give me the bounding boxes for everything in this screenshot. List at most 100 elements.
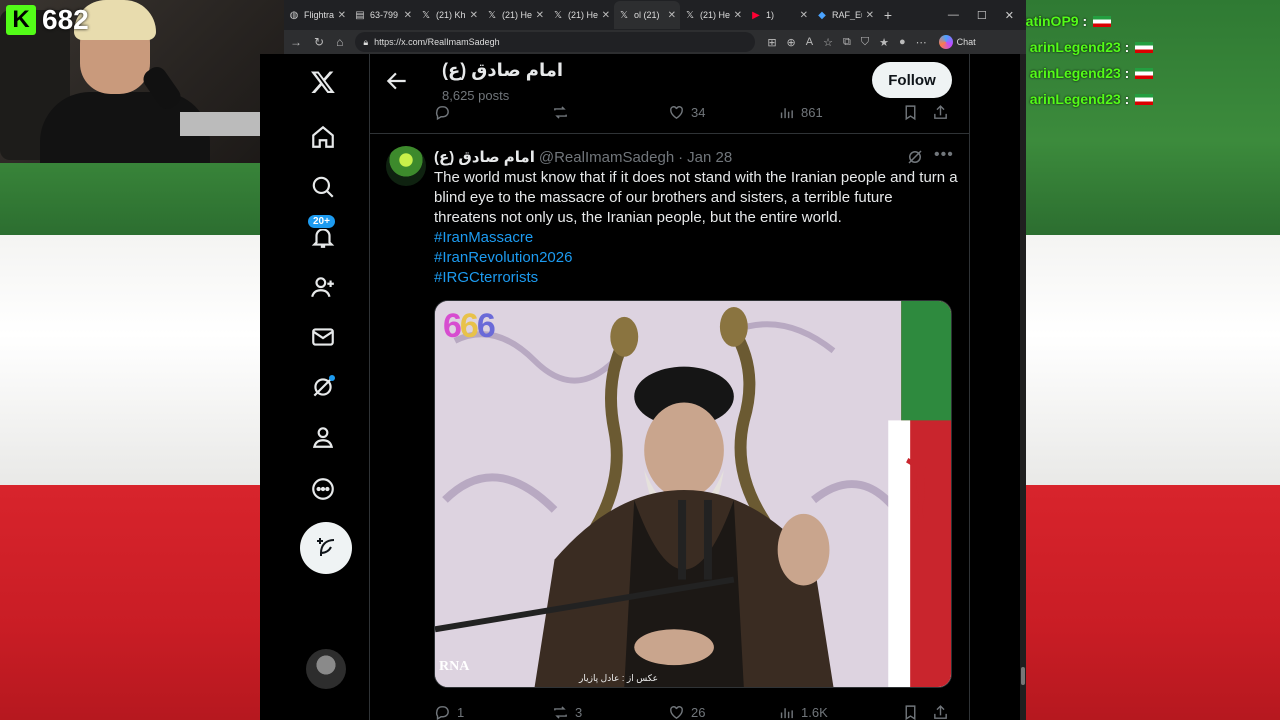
hashtag-list: #IranMassacre #IranRevolution2026 #IRGCt…	[434, 228, 958, 288]
browser-tab-active[interactable]: 𝕏ol (21) ✕	[614, 1, 680, 29]
chat-username: arinLegend23	[1029, 39, 1121, 55]
site-icon: ◆	[818, 9, 826, 21]
more-options-icon[interactable]: •••	[934, 146, 954, 164]
reply-button[interactable]: 1	[434, 704, 552, 720]
follow-button[interactable]: Follow	[872, 62, 952, 98]
like-button[interactable]: 34	[668, 104, 778, 121]
grok-indicator-dot	[329, 375, 335, 381]
browser-tab[interactable]: 𝕏 (21) He ✕	[482, 1, 548, 29]
share-button[interactable]	[932, 104, 954, 121]
share-icon	[934, 104, 947, 119]
repost-icon	[554, 705, 567, 719]
forward-icon[interactable]: →	[290, 35, 302, 49]
hashtag-link[interactable]: #IranRevolution2026	[434, 248, 958, 268]
watermark-666: 666	[443, 307, 496, 345]
views-button[interactable]: 861	[778, 104, 902, 121]
more-circle-icon[interactable]	[303, 469, 343, 509]
profile-icon[interactable]: ●	[899, 36, 906, 49]
tweet-date[interactable]: Jan 28	[687, 149, 732, 166]
grok-explain-icon[interactable]	[906, 148, 924, 166]
author-name[interactable]: امام صادق (ع)	[434, 148, 535, 166]
window-controls: — ☐ ✕	[948, 9, 1026, 22]
url-field[interactable]: 🔒︎ https://x.com/RealImamSadegh	[355, 32, 756, 52]
x-logo-icon[interactable]	[303, 62, 343, 102]
menu-icon[interactable]: ⋯	[916, 36, 927, 49]
iran-flag-emoji-icon	[1135, 93, 1154, 105]
home-icon[interactable]	[303, 117, 343, 157]
bar-chart-icon	[780, 707, 793, 718]
hashtag-link[interactable]: #IRGCterrorists	[434, 268, 958, 288]
close-icon[interactable]: ✕	[866, 10, 874, 21]
globe-icon: ◍	[289, 9, 299, 21]
notifications-bell-icon[interactable]: 20+	[303, 214, 343, 257]
browser-tab[interactable]: 𝕏 (21) He ✕	[680, 1, 746, 29]
read-aloud-icon[interactable]: A	[806, 36, 813, 49]
apps-icon[interactable]: ⊞	[767, 36, 776, 49]
close-icon[interactable]: ✕	[734, 10, 742, 21]
bookmark-button[interactable]	[902, 704, 932, 720]
messages-mail-icon[interactable]	[303, 317, 343, 357]
new-tab-button[interactable]: +	[878, 7, 898, 23]
iran-flag-emoji-icon	[1093, 15, 1112, 27]
browser-tab[interactable]: ◆RAF_Eu✕	[812, 1, 878, 29]
agency-watermark: RNA	[439, 659, 470, 674]
share-button[interactable]	[932, 704, 954, 720]
iran-flag-emoji-icon	[1135, 41, 1154, 53]
extensions-icon[interactable]: ⧉	[843, 36, 851, 49]
browser-tab[interactable]: ◍ Flightra ✕	[284, 1, 350, 29]
search-icon[interactable]	[303, 167, 343, 207]
collections-icon[interactable]: ⛉	[861, 36, 869, 49]
account-avatar[interactable]	[306, 649, 346, 689]
scrollbar-thumb[interactable]	[1021, 667, 1025, 685]
favorite-icon[interactable]: ☆	[823, 36, 833, 49]
hashtag-link[interactable]: #IranMassacre	[434, 228, 958, 248]
favorites-bar-icon[interactable]: ★	[879, 36, 889, 49]
zoom-icon[interactable]: ⊕	[787, 36, 796, 49]
tweet-header: امام صادق (ع) @RealImamSadegh · Jan 28	[434, 148, 954, 167]
x-icon: 𝕏	[421, 9, 431, 21]
grok-icon[interactable]	[303, 367, 343, 407]
browser-tab[interactable]: ▶ 1) ✕	[746, 1, 812, 29]
maximize-icon[interactable]: ☐	[977, 9, 987, 22]
close-icon[interactable]: ✕	[536, 10, 544, 21]
repost-button[interactable]: 3	[552, 704, 668, 720]
page-scrollbar[interactable]	[1020, 54, 1026, 720]
tweet-image[interactable]: 666 RNA عکس از : عادل پازیار	[434, 300, 952, 688]
reply-icon	[435, 105, 449, 120]
doc-icon: ▤	[355, 9, 365, 21]
x-icon: 𝕏	[487, 9, 497, 21]
back-arrow-icon[interactable]	[384, 68, 410, 94]
author-avatar[interactable]	[386, 146, 426, 186]
views-button[interactable]: 1.6K	[778, 704, 902, 720]
profile-person-icon[interactable]	[303, 417, 343, 457]
close-window-icon[interactable]: ✕	[1005, 9, 1014, 22]
previous-post-actions: 34 861	[434, 102, 954, 122]
minimize-icon[interactable]: —	[948, 9, 959, 22]
tab-strip: ◍ Flightra ✕ ▤ 63-799 ✕ 𝕏 (21) Kh ✕ 𝕏 (21) He ✕ …	[284, 0, 1026, 30]
copilot-icon	[938, 35, 953, 49]
compose-post-button[interactable]	[300, 522, 352, 574]
chat-message: ✦arinLegend23 :	[1014, 60, 1280, 86]
bookmark-button[interactable]	[902, 104, 932, 121]
browser-tab[interactable]: ▤ 63-799 ✕	[350, 1, 416, 29]
repost-button[interactable]	[552, 104, 668, 121]
browser-tab[interactable]: 𝕏 (21) He ✕	[548, 1, 614, 29]
close-icon[interactable]: ✕	[602, 10, 610, 21]
copilot-button[interactable]: Chat	[938, 35, 976, 49]
close-icon[interactable]: ✕	[470, 10, 478, 21]
close-icon[interactable]: ✕	[668, 10, 676, 21]
refresh-icon[interactable]: ↻	[314, 35, 324, 49]
close-icon[interactable]: ✕	[338, 10, 346, 21]
close-icon[interactable]: ✕	[404, 10, 412, 21]
browser-tab[interactable]: 𝕏 (21) Kh ✕	[416, 1, 482, 29]
chat-message: MatinOP9 :	[1014, 8, 1280, 34]
close-icon[interactable]: ✕	[800, 10, 808, 21]
like-button[interactable]: 26	[668, 704, 778, 720]
reply-button[interactable]	[434, 104, 552, 121]
author-handle[interactable]: @RealImamSadegh	[539, 149, 674, 166]
x-icon: 𝕏	[619, 9, 629, 21]
follow-add-user-icon[interactable]	[303, 267, 343, 307]
home-icon[interactable]: ⌂	[336, 35, 343, 49]
address-bar-actions: ⊞ ⊕ A ☆ ⧉ ⛉ ★ ● ⋯	[767, 36, 926, 49]
address-bar-row: → ↻ ⌂ 🔒︎ https://x.com/RealImamSadegh ⊞ …	[284, 30, 1026, 54]
